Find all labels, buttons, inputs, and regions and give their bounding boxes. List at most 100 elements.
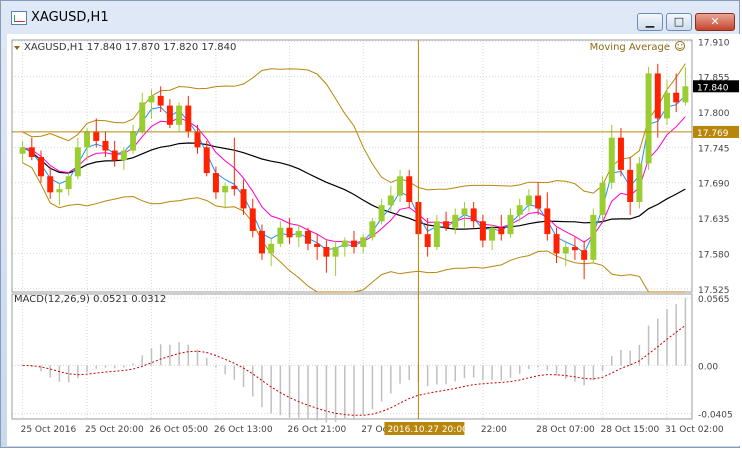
candle-body [111,150,118,161]
candle-body [139,102,146,132]
candle-body [148,95,155,103]
candle-body [222,185,229,193]
candle-body [56,189,63,193]
candle [139,92,146,135]
price-tick-label: 17.580 [698,250,730,260]
candle-body [590,214,597,260]
candle [176,102,183,132]
candle-body [406,176,413,202]
candle-body [120,150,127,161]
candle-body [203,147,210,174]
candle [74,137,81,180]
time-tick-label: 26 Oct 13:00 [214,425,273,435]
chart-area[interactable]: 17.910 17.855 17.800 17.745 17.690 17.635 17.5… [7,34,741,446]
candle [332,240,339,276]
candle-body [397,176,404,196]
candle-body [360,237,367,247]
candle [590,208,597,264]
price-tick-label: 17.690 [698,180,730,190]
candle [314,234,321,260]
candle [608,124,615,190]
indicator-name[interactable]: Moving Average [590,42,670,53]
current-price-label: 17.840 [697,83,729,93]
candle-body [369,221,376,238]
candle [682,67,689,106]
candle [212,166,219,199]
candle-body [176,105,183,125]
candle-body [470,208,477,222]
candle [47,166,54,199]
time-tick-label: 28 Oct 07:00 [536,425,595,435]
candle-body [516,205,523,215]
crosshair [12,40,692,419]
candle-body [323,247,330,257]
time-tick-label: 22:00 [481,425,507,435]
price-tick-label: 17.635 [698,215,730,225]
candle-body [351,240,357,247]
candle-body [240,189,247,209]
candle-body [231,185,238,190]
candle [277,221,284,247]
candle-body [74,147,81,177]
candle [84,128,91,161]
candle-body [608,137,615,183]
time-tick-label: 31 Oct 02:00 [665,425,724,435]
symbol-info-text: XAGUSD,H1 17.840 17.870 17.820 17.840 [24,42,236,53]
window-titlebar[interactable]: XAGUSD,H1 ▁ □ ✕ [1,1,741,35]
candle [286,218,293,244]
candle-body [663,92,670,119]
candle-body [627,169,634,202]
candle-body [571,247,578,251]
candle-body [249,208,256,231]
candle [433,214,440,251]
candle [544,192,551,241]
candle-body [443,221,450,228]
candle-body [84,131,91,148]
candle [378,198,385,225]
candle [479,214,486,247]
candle [645,67,652,170]
candle [323,240,330,273]
candle [627,157,634,215]
candle-body [617,137,624,170]
bollinger-lower-line [22,162,686,293]
macd-label: MACD(12,26,9) 0.0521 0.0312 [14,294,166,305]
minimize-button[interactable]: ▁ [637,13,663,31]
candle-body [268,243,275,254]
candle-body [314,243,321,247]
price-chart[interactable]: 17.91017.85517.80017.74517.69017.63517.5… [7,34,741,446]
candle [268,237,275,267]
candle-body [535,195,542,209]
smiley-icon[interactable] [675,41,685,51]
ma-fast-line [22,95,686,254]
candle-body [194,131,201,148]
candle-body [581,250,588,260]
candle [222,182,229,209]
maximize-button[interactable]: □ [666,13,692,31]
candle [28,137,35,161]
candle-body [157,95,164,106]
candle-body [525,195,532,206]
candle-body [185,105,192,132]
candle [130,124,137,154]
candle [65,173,72,196]
candle-body [28,147,35,157]
candle [111,140,118,167]
chart-window-icon [11,11,27,25]
candle-body [102,140,109,151]
candle-body [489,227,496,241]
candle-body [544,208,551,235]
candle-body [673,92,680,103]
main-plot-frame [11,39,693,293]
close-button[interactable]: ✕ [695,13,735,31]
candle-body [130,131,137,151]
price-tick-label: 17.910 [698,38,730,48]
candle [617,128,624,177]
candle-body [166,105,173,125]
grid-lines [12,40,692,419]
price-tick-label: 17.800 [698,109,730,119]
candle [166,99,173,129]
candle-body [332,247,339,257]
candle-body [93,131,100,141]
candle-body [47,176,54,193]
